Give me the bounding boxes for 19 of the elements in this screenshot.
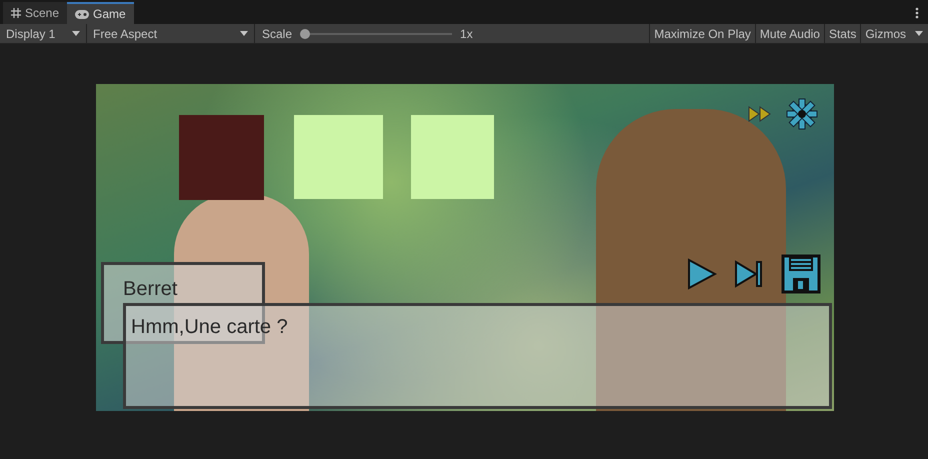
fast-forward-icon[interactable]: [748, 106, 772, 122]
play-icon[interactable]: [687, 258, 717, 290]
caret-icon: [240, 31, 248, 36]
grid-icon: [11, 8, 21, 18]
scale-value: 1x: [460, 26, 473, 42]
tab[interactable]: Game: [67, 2, 134, 24]
dialogue-text: Hmm,Une carte ?: [123, 303, 832, 409]
scale-slider[interactable]: [300, 28, 452, 38]
skip-icon[interactable]: [734, 260, 764, 288]
dropdown[interactable]: Display 1: [0, 24, 87, 43]
caret-icon: [72, 31, 80, 36]
tab[interactable]: Scene: [3, 2, 68, 24]
save-icon[interactable]: [781, 254, 821, 294]
caret-icon: [915, 31, 923, 36]
scale-label: Scale: [262, 26, 292, 42]
slider-thumb[interactable]: [300, 28, 310, 38]
more-options-icon[interactable]: [915, 7, 919, 19]
dropdown[interactable]: Free Aspect: [87, 24, 255, 43]
gamepad-icon: [75, 10, 90, 18]
